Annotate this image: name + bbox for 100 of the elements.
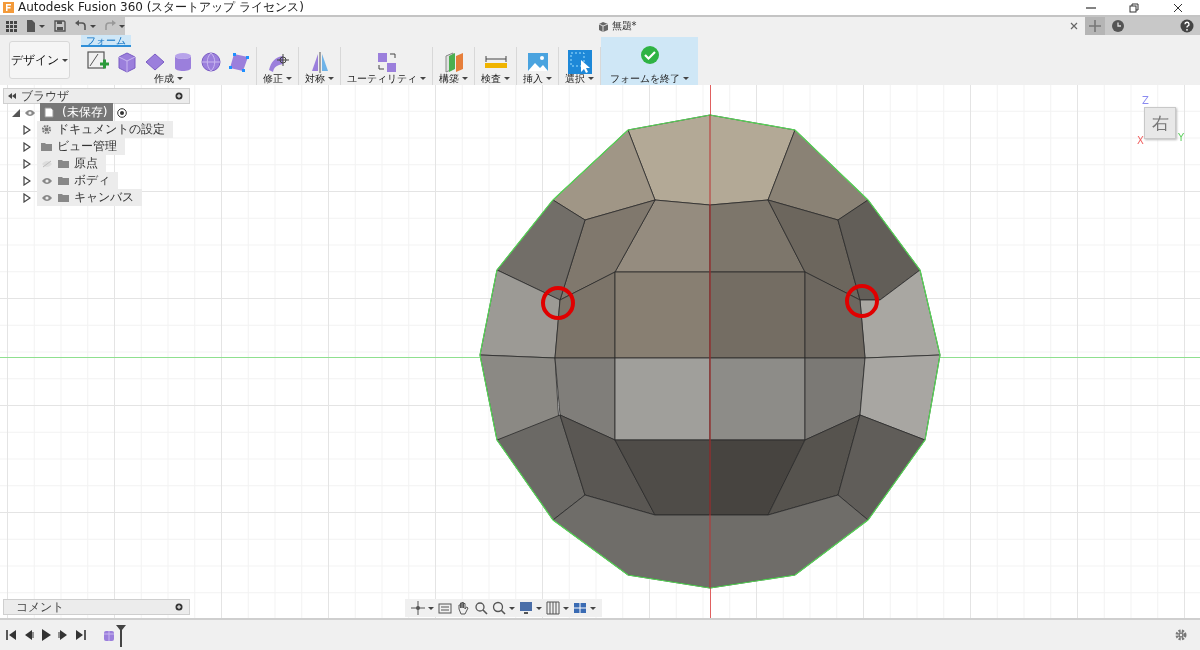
display-icon	[519, 601, 533, 615]
viewports-icon	[573, 601, 587, 615]
add-comment-icon[interactable]	[175, 603, 183, 611]
group-dropdown[interactable]: 構築	[439, 74, 468, 83]
caret-icon	[420, 77, 426, 80]
file-icon	[26, 20, 36, 32]
document-tab[interactable]: 無題*	[125, 17, 1085, 35]
cube-icon	[597, 20, 609, 32]
close-button[interactable]	[1172, 1, 1184, 14]
pan-hand-icon[interactable]	[456, 601, 470, 615]
apps-grid-icon[interactable]	[4, 20, 18, 32]
group-dropdown[interactable]: 修正	[263, 74, 292, 83]
highlight-circle	[541, 286, 575, 320]
eye-icon[interactable]	[41, 176, 53, 185]
eye-icon[interactable]	[41, 193, 53, 202]
view-dropdown-button[interactable]	[492, 601, 515, 615]
caret-icon	[536, 606, 542, 610]
document-title: 無題*	[611, 19, 637, 33]
caret-icon	[62, 58, 68, 62]
orbit-icon	[411, 601, 425, 615]
collapsed-arrow-icon[interactable]	[23, 175, 31, 186]
view-dropdown-button[interactable]	[573, 601, 596, 615]
group-dropdown[interactable]: フォームを終了	[610, 74, 689, 83]
collapsed-arrow-icon[interactable]	[23, 141, 31, 152]
plane-icon[interactable]	[144, 51, 166, 73]
radio-icon[interactable]	[117, 107, 128, 118]
ribbon-tab[interactable]: フォーム	[81, 35, 131, 47]
view-dropdown-button[interactable]	[546, 601, 569, 615]
timeline-marker-icon[interactable]	[116, 625, 126, 647]
collapsed-arrow-icon[interactable]	[23, 158, 31, 169]
caret-icon	[462, 77, 468, 80]
browser-item[interactable]: キャンバス	[37, 189, 142, 206]
collapsed-arrow-icon[interactable]	[23, 192, 31, 203]
cylinder-icon[interactable]	[172, 51, 194, 73]
grid-icon	[546, 601, 560, 615]
comments-title: コメント	[16, 598, 64, 616]
sphere-icon[interactable]	[200, 51, 222, 73]
undo-arrow-icon	[75, 20, 87, 32]
step-forward-icon[interactable]	[57, 629, 69, 641]
group-dropdown[interactable]: 選択	[565, 74, 594, 83]
browser-item[interactable]: ビュー管理	[37, 138, 125, 155]
folder-icon	[41, 142, 52, 151]
highlight-circle	[845, 284, 879, 318]
browser-item[interactable]: 原点	[37, 155, 106, 172]
collapsed-arrow-icon[interactable]	[23, 124, 31, 135]
skip-end-icon[interactable]	[74, 629, 86, 641]
play-icon[interactable]	[40, 629, 52, 641]
caret-icon	[590, 606, 596, 610]
group-dropdown[interactable]: 作成	[153, 74, 183, 83]
view-dropdown-button[interactable]	[519, 601, 542, 615]
group-dropdown[interactable]: 検査	[481, 74, 510, 83]
select-cursor-icon[interactable]	[567, 50, 592, 74]
group-dropdown[interactable]: 挿入	[523, 74, 552, 83]
caret-icon	[509, 606, 515, 610]
undo-button[interactable]	[75, 20, 96, 32]
view-dropdown-button[interactable]	[411, 601, 434, 615]
collapse-icon[interactable]	[8, 93, 16, 99]
skip-start-icon[interactable]	[6, 629, 18, 641]
document-icon	[44, 107, 54, 118]
clock-icon[interactable]	[1111, 17, 1125, 35]
caret-icon	[588, 77, 594, 80]
browser-title: ブラウザ	[21, 87, 69, 105]
zoom-icon[interactable]	[474, 601, 488, 615]
check-circle-icon[interactable]	[639, 45, 660, 65]
image-icon[interactable]	[526, 51, 549, 73]
file-menu-button[interactable]	[26, 20, 45, 32]
quad-face-icon[interactable]	[228, 51, 250, 73]
folder-icon	[58, 159, 69, 168]
expanded-arrow-icon[interactable]	[12, 108, 20, 117]
caret-icon	[683, 77, 689, 80]
save-icon[interactable]	[53, 20, 67, 32]
gear-icon	[41, 124, 52, 135]
box-icon[interactable]	[116, 51, 138, 73]
caret-icon	[90, 24, 96, 28]
caret-icon	[176, 77, 183, 80]
group-dropdown[interactable]: 対称	[305, 74, 334, 83]
view-cube[interactable]: 右	[1144, 107, 1176, 139]
folder-icon	[58, 176, 69, 185]
caret-icon	[286, 77, 292, 80]
caret-icon	[504, 77, 510, 80]
workspace-button[interactable]: デザイン	[9, 41, 70, 79]
window-title: Autodesk Fusion 360 (スタートアップ ライセンス)	[18, 0, 304, 16]
browser-item[interactable]: ボディ	[37, 172, 118, 189]
pin-icon[interactable]	[175, 92, 183, 100]
folder-icon	[58, 193, 69, 202]
fit-zoom-icon	[492, 601, 506, 615]
caret-icon	[39, 24, 45, 28]
group-dropdown[interactable]: ユーティリティ	[347, 74, 426, 83]
minimize-button[interactable]	[1086, 6, 1096, 9]
redo-arrow-icon	[104, 20, 116, 32]
caret-icon	[563, 606, 569, 610]
caret-icon	[546, 77, 552, 80]
axis-label: X	[1137, 135, 1144, 146]
browser-item[interactable]: ドキュメントの設定	[37, 121, 173, 138]
eye-icon[interactable]	[24, 108, 36, 117]
help-icon[interactable]	[1180, 17, 1194, 35]
settings-icon[interactable]	[1174, 628, 1188, 642]
tab-close-icon[interactable]	[1069, 21, 1079, 31]
step-back-icon[interactable]	[23, 629, 35, 641]
restore-button[interactable]	[1128, 1, 1140, 14]
